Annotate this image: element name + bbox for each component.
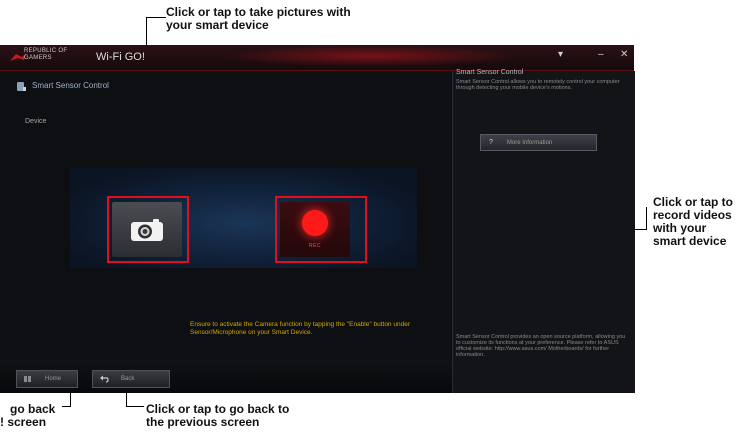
info-panel-footer: Smart Sensor Control provides an open so… <box>456 334 626 358</box>
callout-leader-line <box>146 17 166 18</box>
smart-sensor-icon <box>17 82 26 91</box>
callout-take-pictures: Click or tap to take pictures with your … <box>166 6 351 32</box>
app-title: Wi-Fi GO! <box>96 51 145 63</box>
close-icon[interactable]: ✕ <box>620 49 628 60</box>
more-information-button[interactable]: ? More Information <box>480 134 597 151</box>
brand-line: REPUBLIC OF <box>24 48 68 54</box>
callout-text-line: your smart device <box>166 18 269 32</box>
home-icon <box>24 376 31 382</box>
device-label: Device <box>25 118 47 125</box>
help-icon: ? <box>489 139 493 146</box>
callout-text-line: the previous screen <box>146 415 260 429</box>
info-panel-description: Smart Sensor Control allows you to remot… <box>456 79 620 91</box>
back-arrow-icon <box>100 375 109 383</box>
title-glow <box>220 45 520 67</box>
callout-leader-line <box>646 207 647 230</box>
back-label: Back <box>121 376 135 382</box>
home-button[interactable]: Home <box>16 370 78 388</box>
callout-go-back-previous: Click or tap to go back to the previous … <box>146 403 289 429</box>
page-title: Smart Sensor Control <box>32 81 109 90</box>
callout-text-line: ! screen <box>0 415 47 429</box>
info-panel-title: Smart Sensor Control <box>456 69 524 76</box>
minimize-icon[interactable]: – <box>598 49 604 60</box>
callout-go-back-home: go back ! screen <box>0 403 55 429</box>
callout-leader-line <box>126 406 144 407</box>
back-button[interactable]: Back <box>92 370 170 388</box>
camera-hint-text: Ensure to activate the Camera function b… <box>190 321 410 336</box>
brand-line: GAMERS <box>24 55 52 61</box>
camera-highlight <box>107 196 189 263</box>
callout-text-line: smart device <box>653 234 727 248</box>
home-label: Home <box>45 376 62 382</box>
title-bar: REPUBLIC OF GAMERS Wi-Fi GO! ▾ – ✕ <box>0 45 634 71</box>
dropdown-icon[interactable]: ▾ <box>558 49 563 60</box>
callout-record-videos: Click or tap to record videos with your … <box>653 196 733 248</box>
callout-leader-line <box>62 406 71 407</box>
rog-brand-text: REPUBLIC OF GAMERS <box>24 48 67 62</box>
more-information-label: More Information <box>506 139 553 146</box>
record-highlight <box>275 196 367 263</box>
